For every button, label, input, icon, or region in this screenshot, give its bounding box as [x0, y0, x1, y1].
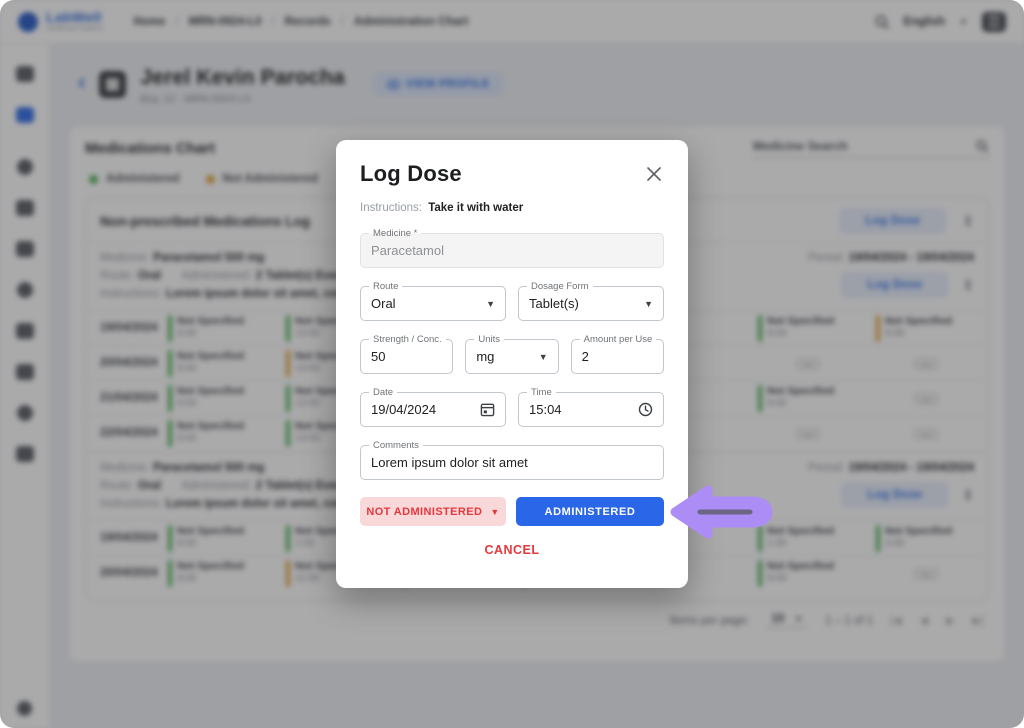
not-administered-button[interactable]: NOT ADMINISTERED ▼ [360, 497, 506, 526]
chevron-down-icon: ▼ [539, 352, 548, 362]
amount-per-use-field[interactable]: Amount per Use [571, 339, 664, 374]
annotation-arrow-icon [668, 483, 780, 541]
chevron-down-icon: ▼ [486, 299, 495, 309]
modal-title: Log Dose [360, 161, 462, 187]
units-select[interactable]: Units mg ▼ [465, 339, 558, 374]
date-field[interactable]: Date [360, 392, 506, 427]
instructions-value: Take it with water [428, 202, 523, 214]
app-window: LabWell Healthcare Platform Home/MRN-092… [0, 0, 1024, 728]
chevron-down-icon: ▼ [644, 299, 653, 309]
chevron-down-icon: ▼ [490, 507, 499, 517]
calendar-icon[interactable] [480, 402, 495, 417]
dosage-form-select[interactable]: Dosage Form Tablet(s) ▼ [518, 286, 664, 321]
medicine-field: Medicine * Paracetamol [360, 233, 664, 268]
cancel-button[interactable]: CANCEL [484, 543, 539, 557]
log-dose-modal: Log Dose Instructions: Take it with wate… [336, 140, 688, 588]
close-icon[interactable] [644, 164, 664, 184]
strength-field[interactable]: Strength / Conc. [360, 339, 453, 374]
comments-field[interactable]: Comments [360, 445, 664, 480]
clock-icon[interactable] [638, 402, 653, 417]
time-field[interactable]: Time [518, 392, 664, 427]
route-select[interactable]: Route Oral ▼ [360, 286, 506, 321]
administered-button[interactable]: ADMINISTERED [516, 497, 664, 526]
instructions-label: Instructions: [360, 202, 422, 214]
